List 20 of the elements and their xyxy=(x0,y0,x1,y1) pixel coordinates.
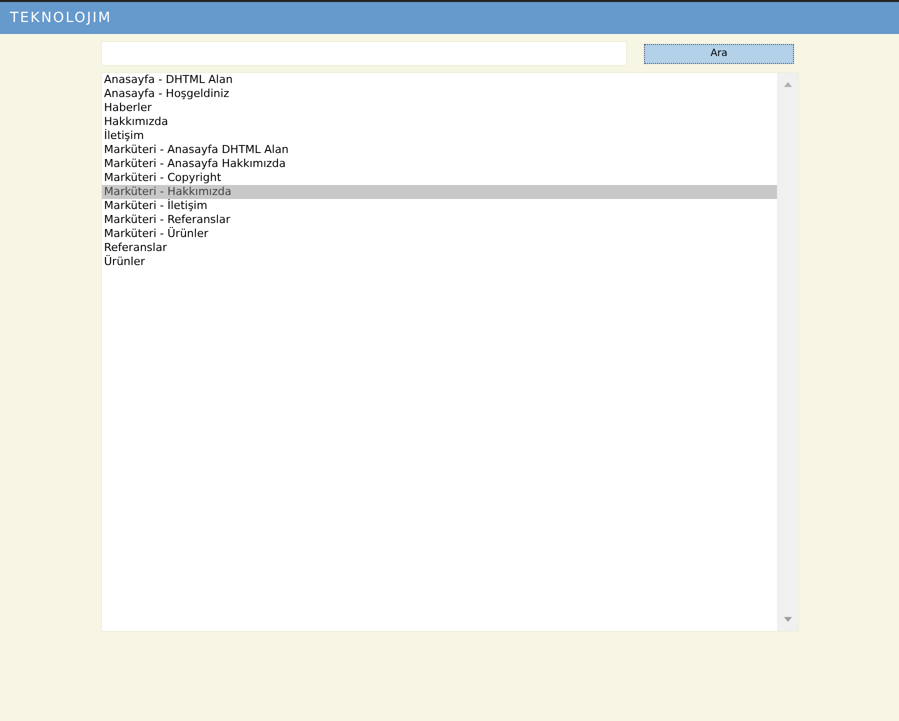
scroll-down-icon[interactable] xyxy=(784,617,792,622)
search-field[interactable] xyxy=(101,41,627,66)
list-item[interactable]: Ürünler xyxy=(102,255,777,269)
list-item[interactable]: Anasayfa - DHTML Alan xyxy=(102,73,777,87)
scrollbar[interactable] xyxy=(777,73,798,631)
list-item[interactable]: Referanslar xyxy=(102,241,777,255)
list-item[interactable]: Marküteri - Ürünler xyxy=(102,227,777,241)
scroll-up-icon[interactable] xyxy=(784,82,792,87)
list-item[interactable]: Marküteri - Anasayfa DHTML Alan xyxy=(102,143,777,157)
list-item[interactable]: Marküteri - Anasayfa Hakkımızda xyxy=(102,157,777,171)
list-item[interactable]: Haberler xyxy=(102,101,777,115)
list-item[interactable]: İletişim xyxy=(102,129,777,143)
logo: TEKNOLOJIM xyxy=(10,10,112,26)
list-item[interactable]: Marküteri - İletişim xyxy=(102,199,777,213)
list-item[interactable]: Marküteri - Hakkımızda xyxy=(102,185,777,199)
list-item[interactable]: Anasayfa - Hoşgeldiniz xyxy=(102,87,777,101)
list-item[interactable]: Marküteri - Copyright xyxy=(102,171,777,185)
list-item[interactable]: Marküteri - Referanslar xyxy=(102,213,777,227)
search-button[interactable]: Ara xyxy=(644,44,794,64)
list-item[interactable]: Hakkımızda xyxy=(102,115,777,129)
